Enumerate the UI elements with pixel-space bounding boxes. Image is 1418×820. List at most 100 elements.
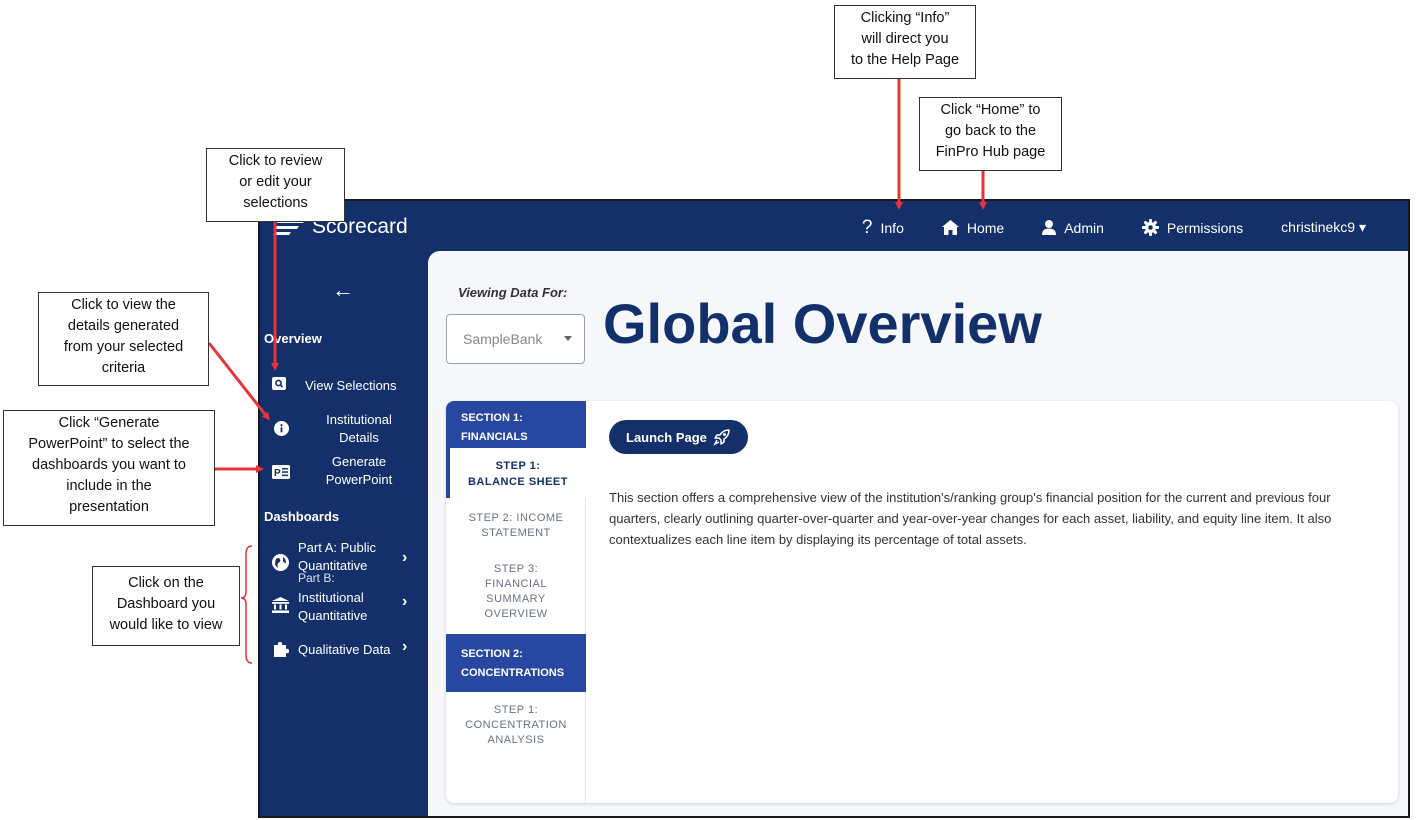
callout-details-line2: details generated — [67, 318, 180, 334]
callout-info-line1: Clicking “Info” — [860, 10, 950, 26]
callout-info-line3: to the Help Page — [850, 52, 960, 68]
callout-powerpoint-line2: PowerPoint” to select the — [28, 436, 190, 452]
step-1b-line1: STEP 1: — [493, 704, 539, 716]
part-b-line2: Institutional — [298, 590, 364, 605]
sidebar-heading-overview: Overview — [264, 331, 322, 346]
nav-info-label: Info — [880, 219, 904, 236]
nav-links: ? Info Home Admin Permissions christinek… — [861, 216, 1366, 238]
institutional-details-line2: Details — [339, 430, 379, 445]
callout-home-line1: Click “Home” to — [940, 102, 1041, 118]
user-icon — [1042, 220, 1057, 235]
sidebar-item-view-selections[interactable]: View Selections — [270, 375, 420, 395]
section-2-header[interactable]: SECTION 2: CONCENTRATIONS — [446, 634, 586, 692]
step-income-statement[interactable]: STEP 2: INCOME STATEMENT — [446, 511, 586, 541]
page-title: Global Overview — [603, 292, 1042, 355]
user-menu[interactable]: christinekc9 ▾ — [1281, 219, 1366, 236]
section-1-header[interactable]: SECTION 1: FINANCIALS — [446, 401, 586, 448]
part-a-line1: Part A: Public — [298, 540, 377, 555]
callout-info-line2: will direct you — [861, 31, 949, 47]
section-2-line1: SECTION 2: — [461, 648, 523, 660]
powerpoint-icon: P — [272, 465, 290, 479]
gear-icon — [1141, 219, 1159, 236]
nav-admin-label: Admin — [1064, 219, 1104, 236]
callout-review-line1: Click to review — [228, 153, 323, 169]
callout-powerpoint: Click “Generate PowerPoint” to select th… — [3, 410, 215, 526]
generate-powerpoint-line2: PowerPoint — [325, 472, 393, 487]
dashboard-brace — [240, 545, 253, 664]
step-1b-line3: ANALYSIS — [487, 734, 545, 746]
callout-home: Click “Home” to go back to the FinPro Hu… — [919, 97, 1062, 171]
sidebar-item-institutional-details[interactable]: Institutional Details — [270, 409, 420, 449]
step-balance-sheet[interactable]: STEP 1: BALANCE SHEET — [450, 448, 586, 498]
callout-details: Click to view the details generated from… — [38, 292, 209, 386]
callout-dashboard: Click on the Dashboard you would like to… — [92, 566, 240, 646]
callout-powerpoint-line5: presentation — [69, 499, 149, 515]
step-concentration-analysis[interactable]: STEP 1: CONCENTRATION ANALYSIS — [446, 703, 586, 748]
steps-panel: SECTION 1: FINANCIALS STEP 1: BALANCE SH… — [446, 401, 586, 803]
nav-admin[interactable]: Admin — [1042, 220, 1104, 236]
view-selections-label: View Selections — [305, 378, 397, 393]
section-description: This section offers a comprehensive view… — [609, 490, 1332, 547]
info-circle-icon — [274, 421, 289, 436]
caret-down-icon — [564, 336, 572, 341]
callout-details-line3: from your selected — [63, 339, 184, 355]
bank-select[interactable]: SampleBank — [446, 314, 585, 364]
nav-info[interactable]: ? Info — [861, 216, 904, 238]
launch-page-label: Launch Page — [626, 429, 707, 445]
step-1-line2: BALANCE SHEET — [467, 476, 568, 488]
overview-card: SECTION 1: FINANCIALS STEP 1: BALANCE SH… — [446, 401, 1398, 803]
callout-review-line3: selections — [243, 195, 308, 211]
step-3-line2: FINANCIAL — [485, 578, 547, 590]
sidebar-item-generate-powerpoint[interactable]: P Generate PowerPoint — [270, 453, 420, 493]
launch-page-button[interactable]: Launch Page — [609, 420, 748, 454]
main-content: Viewing Data For: SampleBank Global Over… — [428, 251, 1408, 816]
chevron-right-icon: › — [402, 593, 408, 610]
callout-powerpoint-line1: Click “Generate — [58, 415, 160, 431]
bank-icon — [272, 597, 289, 613]
nav-permissions[interactable]: Permissions — [1141, 219, 1244, 236]
back-arrow-icon[interactable]: ← — [332, 277, 354, 303]
top-navbar: Scorecard ? Info Home Admin Permissions … — [260, 201, 1408, 251]
step-1b-line2: CONCENTRATION — [465, 719, 567, 731]
step-3-line1: STEP 3: — [493, 563, 539, 575]
callout-powerpoint-line4: include in the — [66, 478, 152, 494]
sidebar-item-part-b[interactable]: Part B: Institutional Quantitative › — [270, 571, 420, 623]
question-icon: ? — [861, 216, 873, 238]
sidebar-item-qualitative[interactable]: Qualitative Data › — [270, 638, 420, 661]
callout-dashboard-line1: Click on the — [128, 575, 204, 591]
callout-home-line2: go back to the — [944, 123, 1037, 139]
user-menu-label: christinekc9 ▾ — [1281, 219, 1366, 235]
step-2-line1: STEP 2: INCOME — [468, 512, 564, 524]
svg-text:P: P — [274, 468, 281, 479]
callout-info: Clicking “Info” will direct you to the H… — [834, 5, 976, 79]
step-1-line1: STEP 1: — [495, 460, 541, 472]
home-icon — [941, 220, 959, 235]
callout-details-line1: Click to view the — [71, 297, 176, 313]
sidebar: ← Overview View Selections Institutional… — [260, 251, 428, 816]
app-window: Scorecard ? Info Home Admin Permissions … — [258, 199, 1410, 818]
step-3-line3: SUMMARY — [486, 593, 546, 605]
section-2-line2: CONCENTRATIONS — [461, 667, 565, 679]
qualitative-label: Qualitative Data — [298, 642, 391, 657]
step-2-line2: STATEMENT — [481, 527, 551, 539]
part-b-line1: Part B: — [298, 571, 335, 585]
nav-permissions-label: Permissions — [1166, 219, 1244, 236]
chevron-right-icon: › — [402, 638, 408, 655]
callout-dashboard-line2: Dashboard you — [116, 596, 216, 612]
callout-review-line2: or edit your — [239, 174, 312, 190]
step-financial-summary[interactable]: STEP 3: FINANCIAL SUMMARY OVERVIEW — [446, 562, 586, 622]
search-icon — [272, 377, 286, 390]
nav-home[interactable]: Home — [941, 219, 1005, 236]
callout-review: Click to review or edit your selections — [206, 148, 345, 222]
nav-home-label: Home — [966, 219, 1005, 236]
rocket-icon — [713, 429, 730, 446]
section-1-line2: FINANCIALS — [461, 431, 528, 443]
sidebar-heading-dashboards: Dashboards — [264, 509, 340, 524]
step-3-line4: OVERVIEW — [484, 608, 548, 620]
viewing-data-label: Viewing Data For: — [458, 285, 568, 300]
callout-dashboard-line3: would like to view — [109, 617, 223, 633]
generate-powerpoint-line1: Generate — [331, 454, 387, 469]
part-b-line3: Quantitative — [298, 608, 368, 623]
globe-icon — [272, 554, 289, 571]
callout-powerpoint-line3: dashboards you want to — [32, 457, 186, 473]
